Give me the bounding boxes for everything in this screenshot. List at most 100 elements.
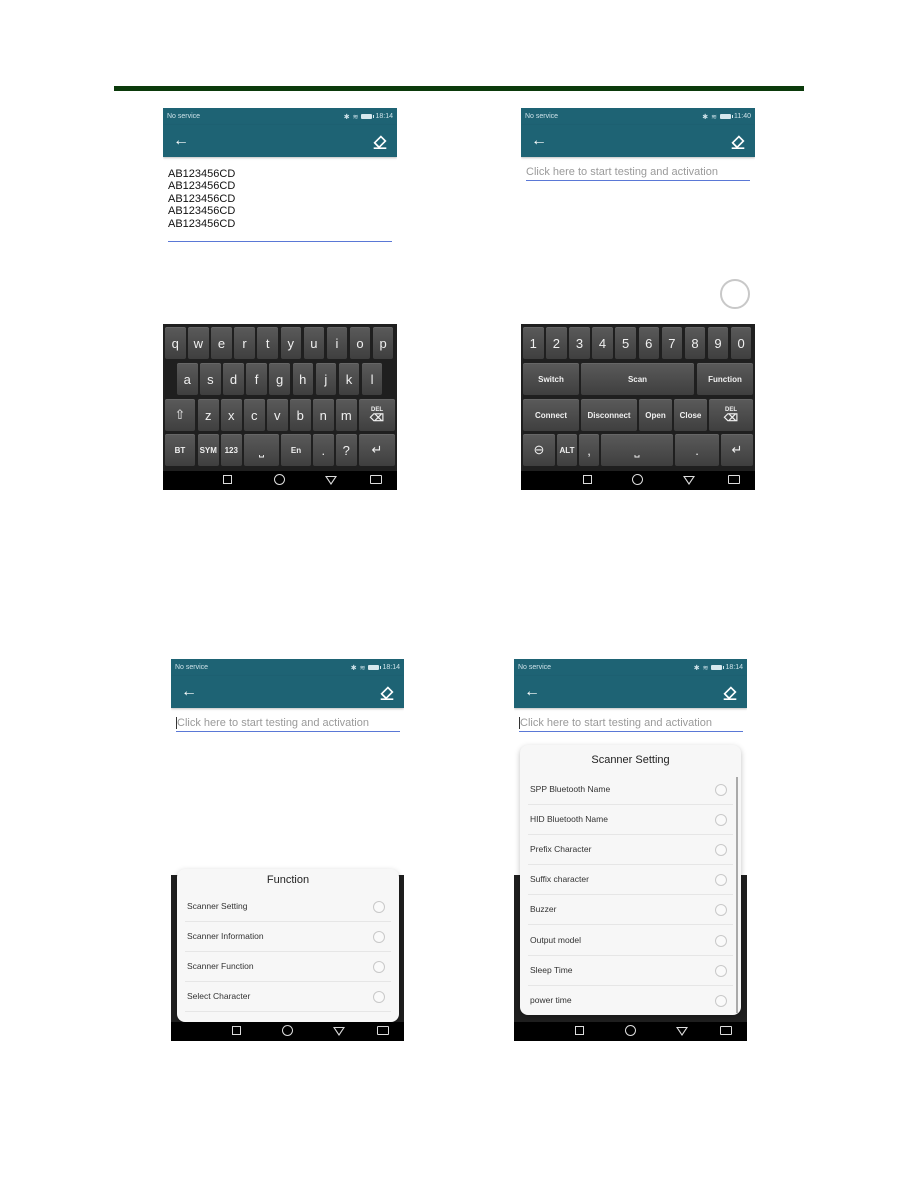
- home-icon[interactable]: [282, 1025, 293, 1036]
- eraser-icon[interactable]: [371, 132, 389, 150]
- key-l[interactable]: l: [361, 363, 383, 395]
- radio-button[interactable]: [715, 904, 727, 917]
- key-o[interactable]: o: [349, 327, 371, 359]
- key-b[interactable]: b: [290, 399, 311, 431]
- back-nav-icon[interactable]: [676, 1027, 688, 1036]
- dialog-option[interactable]: Select Character: [177, 982, 399, 1012]
- radio-button[interactable]: [715, 934, 727, 947]
- delete-key[interactable]: DEL ⌫: [359, 399, 395, 431]
- comma-key[interactable]: ,: [579, 434, 599, 466]
- dialog-option[interactable]: Buzzer: [520, 895, 741, 926]
- key-3[interactable]: 3: [569, 327, 590, 359]
- key-m[interactable]: m: [336, 399, 357, 431]
- key-period[interactable]: .: [313, 434, 334, 466]
- back-button[interactable]: ←: [181, 682, 197, 702]
- dialog-option[interactable]: power time: [520, 986, 741, 1015]
- home-icon[interactable]: [632, 474, 643, 485]
- shift-key[interactable]: ⇧: [165, 399, 195, 431]
- switch-button[interactable]: Switch: [523, 363, 579, 395]
- space-key[interactable]: ⎵: [601, 434, 673, 466]
- back-nav-icon[interactable]: [683, 476, 695, 485]
- key-v[interactable]: v: [267, 399, 288, 431]
- delete-key[interactable]: DEL ⌫: [709, 399, 753, 431]
- keyboard-switch-icon[interactable]: [377, 1026, 389, 1035]
- radio-button[interactable]: [373, 961, 385, 973]
- activation-input[interactable]: Click here to start testing and activati…: [520, 717, 712, 729]
- key-9[interactable]: 9: [707, 327, 729, 359]
- back-button[interactable]: ←: [531, 131, 547, 151]
- key-f[interactable]: f: [246, 363, 267, 395]
- recent-apps-icon[interactable]: [232, 1026, 241, 1035]
- dialog-option[interactable]: Scanner Information: [177, 922, 399, 952]
- dialog-option[interactable]: Output model: [520, 926, 741, 956]
- dialog-option[interactable]: Prefix Character: [520, 835, 741, 866]
- activation-input[interactable]: Click here to start testing and activati…: [177, 717, 369, 729]
- floating-scan-button[interactable]: [720, 279, 750, 309]
- key-z[interactable]: z: [198, 399, 219, 431]
- radio-button[interactable]: [715, 964, 727, 977]
- key-w[interactable]: w: [188, 327, 209, 359]
- key-y[interactable]: y: [280, 327, 301, 359]
- key-bt[interactable]: BT: [165, 434, 195, 466]
- space-key[interactable]: ⎵: [244, 434, 279, 466]
- key-question[interactable]: ?: [336, 434, 357, 466]
- key-i[interactable]: i: [326, 327, 348, 359]
- dialog-option[interactable]: HID Bluetooth Name: [520, 805, 741, 836]
- keyboard-switch-icon[interactable]: [720, 1026, 732, 1035]
- key-q[interactable]: q: [165, 327, 186, 359]
- radio-button[interactable]: [715, 874, 727, 887]
- key-5[interactable]: 5: [615, 327, 636, 359]
- key-1[interactable]: 1: [523, 327, 544, 359]
- key-123[interactable]: 123: [221, 434, 242, 466]
- key-6[interactable]: 6: [638, 327, 659, 359]
- key-sym[interactable]: SYM: [198, 434, 219, 466]
- radio-button[interactable]: [715, 994, 727, 1007]
- function-button[interactable]: Function: [697, 363, 753, 395]
- open-button[interactable]: Open: [639, 399, 672, 431]
- key-d[interactable]: d: [223, 363, 244, 395]
- key-g[interactable]: g: [269, 363, 290, 395]
- keyboard-switch-icon[interactable]: [728, 475, 740, 484]
- recent-apps-icon[interactable]: [583, 475, 592, 484]
- key-h[interactable]: h: [292, 363, 313, 395]
- scan-button[interactable]: Scan: [581, 363, 694, 395]
- alt-key[interactable]: ALT: [557, 434, 577, 466]
- key-4[interactable]: 4: [592, 327, 613, 359]
- eraser-icon[interactable]: [729, 132, 747, 150]
- key-en[interactable]: En: [281, 434, 311, 466]
- key-c[interactable]: c: [244, 399, 265, 431]
- dialog-option[interactable]: Scanner Function: [177, 952, 399, 982]
- dialog-option[interactable]: Sleep Time: [520, 956, 741, 986]
- key-r[interactable]: r: [234, 327, 255, 359]
- back-button[interactable]: ←: [524, 682, 540, 702]
- minus-key[interactable]: ⊖: [523, 434, 555, 466]
- key-s[interactable]: s: [200, 363, 221, 395]
- eraser-icon[interactable]: [378, 683, 396, 701]
- key-a[interactable]: a: [177, 363, 198, 395]
- radio-button[interactable]: [715, 844, 727, 857]
- radio-button[interactable]: [715, 814, 727, 827]
- key-t[interactable]: t: [257, 327, 278, 359]
- activation-input[interactable]: Click here to start testing and activati…: [526, 166, 718, 178]
- radio-button[interactable]: [373, 901, 385, 913]
- key-n[interactable]: n: [313, 399, 334, 431]
- key-e[interactable]: e: [211, 327, 232, 359]
- radio-button[interactable]: [373, 991, 385, 1003]
- dialog-option[interactable]: Suffix character: [520, 865, 741, 896]
- back-nav-icon[interactable]: [333, 1027, 345, 1036]
- keyboard-switch-icon[interactable]: [370, 475, 382, 484]
- eraser-icon[interactable]: [721, 683, 739, 701]
- dialog-option[interactable]: SPP Bluetooth Name: [520, 775, 741, 806]
- key-p[interactable]: p: [372, 327, 394, 359]
- key-j[interactable]: j: [315, 363, 337, 395]
- radio-button[interactable]: [373, 931, 385, 943]
- key-u[interactable]: u: [303, 327, 325, 359]
- recent-apps-icon[interactable]: [575, 1026, 584, 1035]
- disconnect-button[interactable]: Disconnect: [581, 399, 637, 431]
- key-k[interactable]: k: [338, 363, 360, 395]
- key-8[interactable]: 8: [684, 327, 706, 359]
- dialog-option[interactable]: Scanner Setting: [177, 892, 399, 922]
- back-button[interactable]: ←: [173, 131, 189, 151]
- home-icon[interactable]: [274, 474, 285, 485]
- key-x[interactable]: x: [221, 399, 242, 431]
